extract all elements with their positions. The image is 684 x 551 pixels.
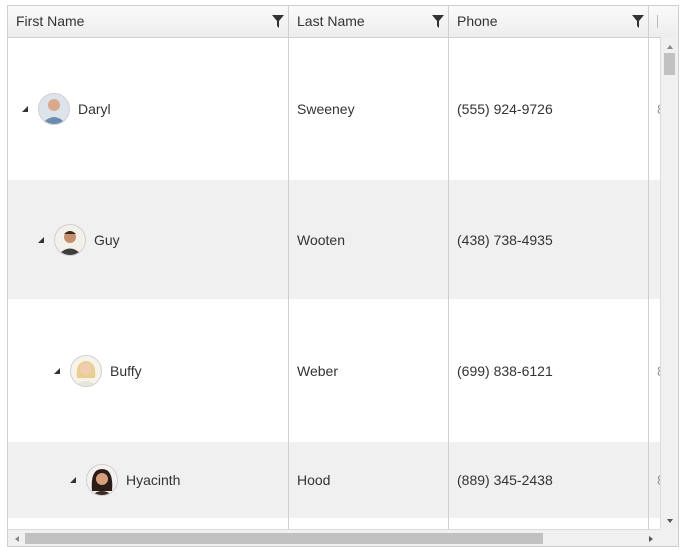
- table-row[interactable]: Daryl Sweeney (555) 924-9726 8: [8, 37, 660, 180]
- avatar: [86, 464, 118, 496]
- avatar: [54, 223, 86, 256]
- first-name-text: Guy: [94, 231, 120, 248]
- cell-last-name: Sweeney: [289, 37, 449, 180]
- first-name-text: Daryl: [78, 100, 111, 117]
- cell-phone: [449, 518, 649, 529]
- collapse-arrow-icon[interactable]: [36, 235, 46, 245]
- collapse-arrow-icon[interactable]: [52, 366, 62, 376]
- scroll-down-arrow-icon[interactable]: [665, 517, 675, 525]
- table-row[interactable]: Buffy Weber (699) 838-6121 8: [8, 299, 660, 442]
- cell-phone: (438) 738-4935: [449, 180, 649, 299]
- table-row[interactable]: [8, 518, 660, 529]
- phone-text: (699) 838-6121: [457, 362, 553, 379]
- grid-header: First Name Last Name Phone: [8, 6, 678, 38]
- scrollbar-corner: [660, 529, 678, 546]
- vertical-scrollbar[interactable]: [660, 37, 678, 529]
- vertical-scroll-thumb[interactable]: [664, 53, 675, 75]
- column-header-phone[interactable]: Phone: [449, 6, 649, 37]
- scroll-left-arrow-icon[interactable]: [13, 534, 21, 544]
- cell-partial: 8: [649, 37, 660, 180]
- collapse-arrow-icon[interactable]: [68, 475, 78, 485]
- last-name-text: Sweeney: [297, 100, 355, 117]
- cell-partial: 8: [649, 299, 660, 442]
- column-header-partial[interactable]: [649, 6, 678, 37]
- column-title: First Name: [16, 13, 85, 29]
- partial-header-mark: [657, 15, 658, 28]
- collapse-arrow-icon[interactable]: [20, 104, 30, 114]
- column-title: Phone: [457, 13, 498, 29]
- cell-first-name: Daryl: [8, 37, 289, 180]
- column-title: Last Name: [297, 13, 365, 29]
- column-header-first-name[interactable]: First Name: [8, 6, 289, 37]
- cell-last-name: Hood: [289, 442, 449, 518]
- filter-icon[interactable]: [272, 15, 284, 28]
- phone-text: (555) 924-9726: [457, 100, 553, 117]
- table-row[interactable]: Hyacinth Hood (889) 345-2438 8: [8, 442, 660, 518]
- first-name-text: Hyacinth: [126, 472, 181, 488]
- tree-list-grid: First Name Last Name Phone Daryl Sweeney…: [7, 5, 679, 547]
- table-row[interactable]: Guy Wooten (438) 738-4935: [8, 180, 660, 299]
- phone-text: (438) 738-4935: [457, 231, 553, 248]
- last-name-text: Weber: [297, 362, 338, 379]
- horizontal-scrollbar[interactable]: [8, 529, 660, 546]
- cell-phone: (889) 345-2438: [449, 442, 649, 518]
- cell-partial: 8: [649, 442, 660, 518]
- column-header-last-name[interactable]: Last Name: [289, 6, 449, 37]
- avatar: [38, 92, 70, 125]
- cell-last-name: Wooten: [289, 180, 449, 299]
- scroll-up-arrow-icon[interactable]: [665, 43, 675, 51]
- cell-partial: [649, 180, 660, 299]
- phone-text: (889) 345-2438: [457, 472, 553, 488]
- cell-last-name: [289, 518, 449, 529]
- cell-first-name: Guy: [8, 180, 289, 299]
- cell-phone: (699) 838-6121: [449, 299, 649, 442]
- filter-icon[interactable]: [632, 15, 644, 28]
- cell-last-name: Weber: [289, 299, 449, 442]
- grid-body: Daryl Sweeney (555) 924-9726 8 Guy Woote…: [8, 37, 660, 529]
- first-name-text: Buffy: [110, 362, 142, 379]
- last-name-text: Hood: [297, 472, 331, 488]
- last-name-text: Wooten: [297, 231, 345, 248]
- cell-first-name: Hyacinth: [8, 442, 289, 518]
- avatar: [70, 354, 102, 387]
- horizontal-scroll-thumb[interactable]: [25, 533, 543, 544]
- scroll-right-arrow-icon[interactable]: [647, 534, 655, 544]
- cell-phone: (555) 924-9726: [449, 37, 649, 180]
- filter-icon[interactable]: [432, 15, 444, 28]
- cell-first-name: Buffy: [8, 299, 289, 442]
- cell-first-name: [8, 518, 289, 529]
